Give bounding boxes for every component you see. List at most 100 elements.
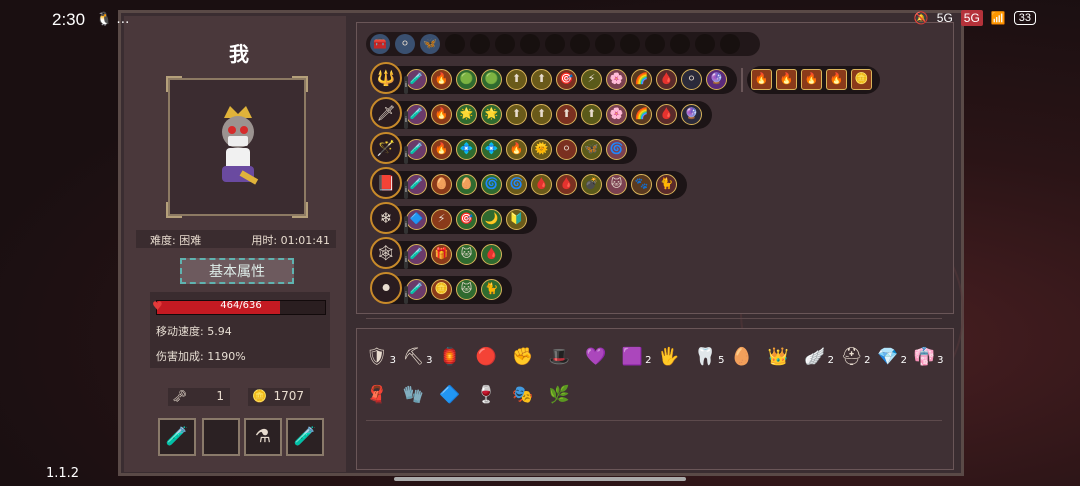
upgrade-icon[interactable]: ⬆ (531, 104, 552, 125)
upgrade-icon[interactable]: 🌸 (606, 69, 627, 90)
upgrade-icon[interactable]: 🧪 ⅰ (404, 104, 427, 129)
potion-gourd-icon[interactable]: 🍷 (474, 382, 500, 408)
upgrade-icon[interactable]: 🎯 (456, 209, 477, 230)
upgrade-icon[interactable]: ⬆ (556, 104, 577, 125)
golden-crown-icon[interactable]: 👑 (766, 344, 792, 370)
blue-gauntlet-icon[interactable]: 🧤 (401, 382, 427, 408)
upgrade-icon[interactable]: 🌟 (456, 104, 477, 125)
blue-rod-icon[interactable]: 🪄 (370, 132, 402, 164)
upgrade-icon[interactable]: 🔷 ⅰ (404, 209, 427, 234)
upgrade-icon[interactable]: 🩸 (531, 174, 552, 195)
level-marker: ⅰ (404, 286, 408, 304)
upgrade-icon[interactable]: 🐾 (631, 174, 652, 195)
fang-icon[interactable]: 🦷 5 (693, 344, 725, 370)
upgrade-icon[interactable]: 🐱 (606, 174, 627, 195)
upgrade-icon[interactable]: 🟢 (456, 69, 477, 90)
extra-upgrade-icon[interactable]: 🪙 (851, 69, 872, 90)
upgrade-icon[interactable]: 🌸 (606, 104, 627, 125)
upgrade-icon[interactable]: 🎁 (431, 244, 452, 265)
upgrade-icon[interactable]: 🧪 ⅰ (404, 279, 427, 304)
upgrade-icon[interactable]: 🟢 (481, 69, 502, 90)
upgrade-icon[interactable]: 🐈 (481, 279, 502, 300)
purple-hat-icon[interactable]: 🎩 (547, 344, 573, 370)
consumable-slot-3[interactable]: ⚗ (244, 418, 282, 456)
upgrade-icon[interactable]: 🌈 (631, 104, 652, 125)
upgrade-icon[interactable]: 🔮 (681, 104, 702, 125)
consumable-slot-4[interactable]: 🧪 (286, 418, 324, 456)
ice-orb-icon[interactable]: ❄ (370, 202, 402, 234)
consumable-slot-1[interactable]: 🧪 (158, 418, 196, 456)
upgrade-icon[interactable]: 💠 (456, 139, 477, 160)
upgrade-icon[interactable]: ⚪ (681, 69, 702, 90)
golden-wing-icon[interactable]: 🪽 2 (802, 344, 834, 370)
upgrade-icon[interactable]: 🔥 (431, 139, 452, 160)
upgrade-icon[interactable]: ⚪ (556, 139, 577, 160)
extra-upgrade-icon[interactable]: 🔥 (826, 69, 847, 90)
extra-upgrade-icon[interactable]: 🔥 (776, 69, 797, 90)
upgrade-icon[interactable]: 🔥 (431, 69, 452, 90)
upgrade-icon[interactable]: 🌀 (506, 174, 527, 195)
upgrade-icon[interactable]: 💠 (481, 139, 502, 160)
golden-fist-icon[interactable]: ✊ (510, 344, 536, 370)
upgrade-icon[interactable]: 🐱 (456, 244, 477, 265)
mask-icon[interactable]: 🎭 (510, 382, 536, 408)
upgrade-icon[interactable]: 🌀 (481, 174, 502, 195)
upgrade-icon[interactable]: 🧪 ⅰ (404, 174, 427, 199)
upgrade-icon[interactable]: 🐱 (456, 279, 477, 300)
upgrade-icon[interactable]: 🩸 (556, 174, 577, 195)
bronze-hand-icon[interactable]: 🖐 (656, 344, 682, 370)
extra-upgrade-icon[interactable]: 🔥 (751, 69, 772, 90)
upgrade-icon[interactable]: 🪙 (431, 279, 452, 300)
red-eye-icon[interactable]: 🔴 (474, 344, 500, 370)
crimson-staff-icon[interactable]: 🔱 (370, 62, 402, 94)
purple-lance-icon[interactable]: 🗡 (370, 97, 402, 129)
home-indicator[interactable] (394, 477, 686, 481)
upgrade-icon[interactable]: 🧪 ⅰ (404, 139, 427, 164)
pickaxe-icon[interactable]: ⛏ 3 (401, 344, 433, 370)
upgrade-icon[interactable]: 🌀 (606, 139, 627, 160)
upgrade-icon[interactable]: ⬆ (506, 104, 527, 125)
consumable-slot-2[interactable] (202, 418, 240, 456)
upgrade-icon[interactable]: 🌞 (531, 139, 552, 160)
upgrade-icon[interactable]: ⬆ (531, 69, 552, 90)
upgrade-icon[interactable]: 🧪 ⅰ (404, 69, 427, 94)
upgrade-icon[interactable]: 🎯 (556, 69, 577, 90)
blue-shard-icon[interactable]: 🔷 (437, 382, 463, 408)
upgrade-icon[interactable]: 🥚 (456, 174, 477, 195)
crystal-icon[interactable]: 💎 2 (875, 344, 907, 370)
lantern-icon[interactable]: 🏮 (437, 344, 463, 370)
scarf-icon[interactable]: 🧣 (364, 382, 390, 408)
upgrade-icon[interactable]: 🦋 (581, 139, 602, 160)
purple-grimoire-icon[interactable]: 📕 (370, 167, 402, 199)
upgrade-icon[interactable]: ⚡ (431, 209, 452, 230)
upgrade-icon[interactable]: 🐈 (656, 174, 677, 195)
upgrade-icon[interactable]: 🥚 (431, 174, 452, 195)
upgrade-icon[interactable]: 🧪 ⅰ (404, 244, 427, 269)
runic-box-icon[interactable]: 🟪 2 (620, 344, 652, 370)
void-staff-icon[interactable]: ⚫ (370, 272, 402, 304)
upgrade-icon[interactable]: 🩸 (656, 104, 677, 125)
upgrade-icon[interactable]: 🌈 (631, 69, 652, 90)
divider (366, 318, 942, 319)
egg-icon[interactable]: 🥚 (729, 344, 755, 370)
upgrade-icon[interactable]: 🩸 (481, 244, 502, 265)
upgrade-icon[interactable]: 🌟 (481, 104, 502, 125)
purple-robe-icon[interactable]: 👘 3 (912, 344, 944, 370)
upgrade-icon[interactable]: 🩸 (656, 69, 677, 90)
upgrade-icon[interactable]: 🔥 (506, 139, 527, 160)
dark-helm-icon[interactable]: ⛑ 2 (839, 344, 871, 370)
basic-attributes-button[interactable]: 基本属性 (180, 258, 294, 284)
purple-gem-icon[interactable]: 💜 (583, 344, 609, 370)
upgrade-icon[interactable]: 🔰 (506, 209, 527, 230)
ghost-shield-icon[interactable]: 🛡 3 (364, 344, 396, 370)
upgrade-icon[interactable]: 🔥 (431, 104, 452, 125)
upgrade-icon[interactable]: ⚡ (581, 69, 602, 90)
vine-icon[interactable]: 🌿 (547, 382, 573, 408)
extra-upgrade-icon[interactable]: 🔥 (801, 69, 822, 90)
upgrade-icon[interactable]: ⬆ (581, 104, 602, 125)
upgrade-icon[interactable]: 🌙 (481, 209, 502, 230)
upgrade-icon[interactable]: 🔮 (706, 69, 727, 90)
dark-staff-icon[interactable]: 🕸 (370, 237, 402, 269)
upgrade-icon[interactable]: 💣 (581, 174, 602, 195)
upgrade-icon[interactable]: ⬆ (506, 69, 527, 90)
